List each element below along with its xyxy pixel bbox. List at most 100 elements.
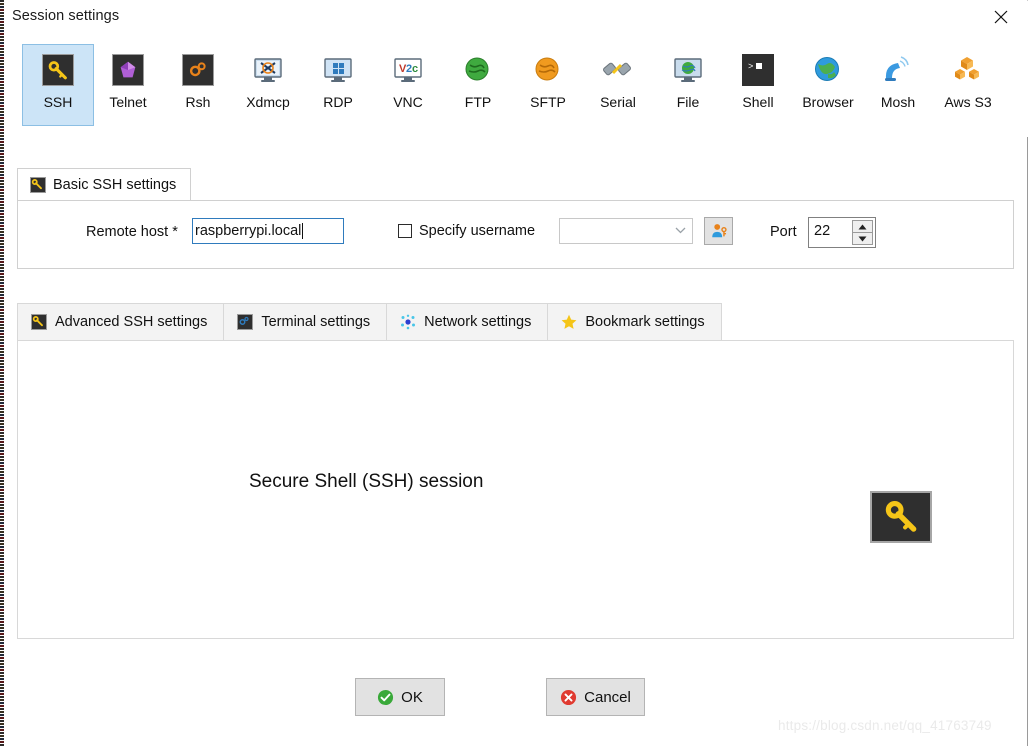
rdp-monitor-icon xyxy=(322,54,354,86)
basic-ssh-settings-group: Basic SSH settings Remote host * raspber… xyxy=(17,168,1014,269)
terminal-icon xyxy=(237,314,254,330)
check-circle-icon xyxy=(378,689,394,705)
session-type-label: Mosh xyxy=(880,94,916,110)
session-type-telnet[interactable]: Telnet xyxy=(92,44,164,126)
session-type-label: SSH xyxy=(43,94,73,110)
specify-username-checkbox[interactable]: Specify username xyxy=(398,223,535,239)
ssh-key-icon xyxy=(31,314,47,330)
session-type-toolbar: SSH Telnet Rsh Xdmcp RDP V 2 c VNC FTP S… xyxy=(6,34,1028,137)
caret-down-icon xyxy=(858,236,867,241)
session-type-rdp[interactable]: RDP xyxy=(302,44,374,126)
ssh-key-icon xyxy=(870,491,932,543)
shell-prompt-icon: > xyxy=(742,54,774,86)
remote-host-value: raspberrypi.local xyxy=(195,223,302,239)
session-settings-dialog: Session settings SSH Telnet Rsh Xdmcp RD… xyxy=(0,0,1028,746)
session-type-label: Aws S3 xyxy=(944,94,992,110)
session-type-rsh[interactable]: Rsh xyxy=(162,44,234,126)
tab-label: Advanced SSH settings xyxy=(55,314,208,330)
ssh-key-icon xyxy=(42,54,74,86)
select-user-button[interactable] xyxy=(704,217,733,245)
session-type-serial[interactable]: Serial xyxy=(582,44,654,126)
chevron-down-icon xyxy=(675,227,686,234)
port-spinner-down[interactable] xyxy=(852,233,873,245)
tab-network-settings[interactable]: Network settings xyxy=(386,303,549,341)
checkbox-box xyxy=(398,224,412,238)
caret-up-icon xyxy=(858,224,867,229)
rsh-gears-icon xyxy=(182,54,214,86)
tab-label: Bookmark settings xyxy=(585,314,705,330)
x-circle-icon xyxy=(561,689,577,705)
tab-basic-ssh-settings[interactable]: Basic SSH settings xyxy=(17,168,192,201)
username-combobox[interactable] xyxy=(559,218,693,244)
session-type-sftp[interactable]: SFTP xyxy=(512,44,584,126)
remote-host-input[interactable]: raspberrypi.local xyxy=(192,218,344,244)
vnc-monitor-icon: V 2 c xyxy=(392,54,424,86)
session-type-label: SFTP xyxy=(530,94,566,110)
watermark: https://blog.csdn.net/qq_41763749 xyxy=(778,718,992,733)
browser-globe-icon xyxy=(812,54,844,86)
remote-host-label: Remote host * xyxy=(86,224,178,240)
session-type-label: Telnet xyxy=(109,94,147,110)
advanced-settings-group: Advanced SSH settings Terminal settings xyxy=(17,303,1014,639)
lower-tab-strip: Advanced SSH settings Terminal settings xyxy=(17,303,1014,341)
telnet-gem-icon xyxy=(112,54,144,86)
port-value: 22 xyxy=(814,223,831,239)
svg-text:>: > xyxy=(748,62,753,72)
session-type-label: Serial xyxy=(600,94,636,110)
session-type-xdmcp[interactable]: Xdmcp xyxy=(232,44,304,126)
tab-advanced-ssh-settings[interactable]: Advanced SSH settings xyxy=(17,303,225,341)
serial-plug-icon xyxy=(602,54,634,86)
ok-button[interactable]: OK xyxy=(355,678,445,716)
session-type-label: Rsh xyxy=(185,94,211,110)
port-input[interactable]: 22 xyxy=(808,217,876,248)
tab-label: Network settings xyxy=(424,314,532,330)
session-type-label: File xyxy=(676,94,700,110)
port-spinner-up[interactable] xyxy=(852,220,873,233)
session-description-panel: Secure Shell (SSH) session xyxy=(17,340,1014,639)
user-key-icon xyxy=(711,224,727,238)
port-label: Port xyxy=(770,224,797,240)
session-type-label: Browser xyxy=(802,94,854,110)
session-type-label: Xdmcp xyxy=(246,94,290,110)
session-type-shell[interactable]: > Shell xyxy=(722,44,794,126)
title-bar: Session settings xyxy=(6,1,1028,34)
session-type-browser[interactable]: Browser xyxy=(792,44,864,126)
session-type-aws-s3[interactable]: Aws S3 xyxy=(932,44,1004,126)
dialog-window: Session settings SSH Telnet Rsh Xdmcp RD… xyxy=(6,0,1028,746)
cancel-button[interactable]: Cancel xyxy=(546,678,645,716)
session-type-label: FTP xyxy=(464,94,492,110)
star-icon xyxy=(561,314,577,330)
cancel-label: Cancel xyxy=(584,688,631,706)
session-type-vnc[interactable]: V 2 c VNC xyxy=(372,44,444,126)
svg-text:c: c xyxy=(412,63,418,75)
basic-tab-strip: Basic SSH settings xyxy=(17,168,1014,201)
session-type-mosh[interactable]: Mosh xyxy=(862,44,934,126)
close-icon xyxy=(994,10,1008,24)
port-spinner xyxy=(852,220,873,245)
session-type-ftp[interactable]: FTP xyxy=(442,44,514,126)
session-type-label: RDP xyxy=(323,94,353,110)
ssh-key-icon xyxy=(30,177,46,193)
session-type-label: VNC xyxy=(393,94,423,110)
session-type-ssh[interactable]: SSH xyxy=(22,44,94,126)
network-dots-icon xyxy=(400,314,416,330)
tab-label: Basic SSH settings xyxy=(53,177,177,193)
aws-s3-cubes-icon xyxy=(952,54,984,86)
xdmcp-monitor-icon xyxy=(252,54,284,86)
text-caret xyxy=(302,223,304,239)
ftp-globe-icon xyxy=(462,54,494,86)
specify-username-label: Specify username xyxy=(419,223,536,239)
close-button[interactable] xyxy=(988,6,1014,28)
file-monitor-icon xyxy=(672,54,704,86)
tab-bookmark-settings[interactable]: Bookmark settings xyxy=(547,303,722,341)
panel-title: Secure Shell (SSH) session xyxy=(249,471,484,492)
session-type-label: Shell xyxy=(742,94,774,110)
tab-label: Terminal settings xyxy=(261,314,371,330)
ok-label: OK xyxy=(401,688,423,706)
session-type-file[interactable]: File xyxy=(652,44,724,126)
basic-ssh-settings-body: Remote host * raspberrypi.local Specify … xyxy=(17,200,1014,269)
mosh-dish-icon xyxy=(882,54,914,86)
page-title: Session settings xyxy=(12,8,120,24)
sftp-globe-icon xyxy=(532,54,564,86)
tab-terminal-settings[interactable]: Terminal settings xyxy=(223,303,388,341)
